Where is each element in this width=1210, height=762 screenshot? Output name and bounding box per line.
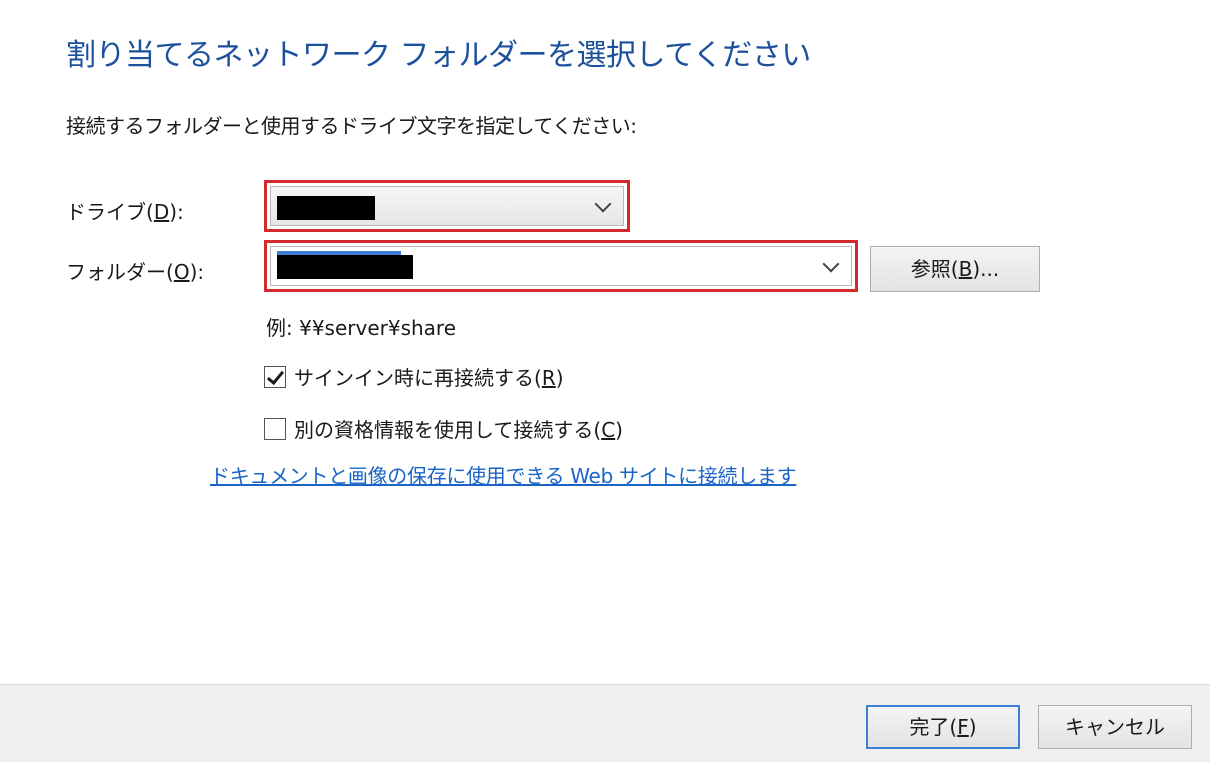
reconnect-label: サインイン時に再接続する(R) bbox=[294, 366, 564, 390]
reconnect-checkbox[interactable] bbox=[264, 365, 286, 388]
example-path-text: 例: ¥¥server¥share bbox=[266, 316, 457, 340]
connect-website-link[interactable]: ドキュメントと画像の保存に使用できる Web サイトに接続します bbox=[210, 460, 797, 489]
folder-label: フォルダー(O): bbox=[66, 260, 205, 284]
browse-button[interactable]: 参照(B)... bbox=[870, 246, 1040, 292]
drive-redaction bbox=[277, 196, 375, 220]
credentials-label: 別の資格情報を使用して接続する(C) bbox=[294, 418, 623, 442]
credentials-checkbox[interactable] bbox=[264, 417, 286, 440]
page-title: 割り当てるネットワーク フォルダーを選択してください bbox=[66, 38, 811, 73]
use-different-credentials-option[interactable]: 別の資格情報を使用して接続する(C) bbox=[264, 414, 623, 443]
folder-path-combobox[interactable] bbox=[270, 246, 852, 286]
finish-button[interactable]: 完了(F) bbox=[866, 705, 1020, 749]
reconnect-at-signin-option[interactable]: サインイン時に再接続する(R) bbox=[264, 362, 564, 391]
chevron-down-icon[interactable] bbox=[822, 255, 840, 273]
map-network-drive-dialog: 割り当てるネットワーク フォルダーを選択してください 接続するフォルダーと使用す… bbox=[0, 0, 1210, 762]
drive-label: ドライブ(D): bbox=[66, 200, 184, 224]
cancel-button[interactable]: キャンセル bbox=[1038, 705, 1192, 749]
instruction-text: 接続するフォルダーと使用するドライブ文字を指定してください: bbox=[66, 114, 637, 138]
dialog-footer: 完了(F) キャンセル bbox=[0, 684, 1210, 762]
drive-letter-dropdown[interactable] bbox=[270, 186, 624, 226]
folder-redaction bbox=[277, 255, 413, 279]
chevron-down-icon[interactable] bbox=[594, 195, 612, 213]
